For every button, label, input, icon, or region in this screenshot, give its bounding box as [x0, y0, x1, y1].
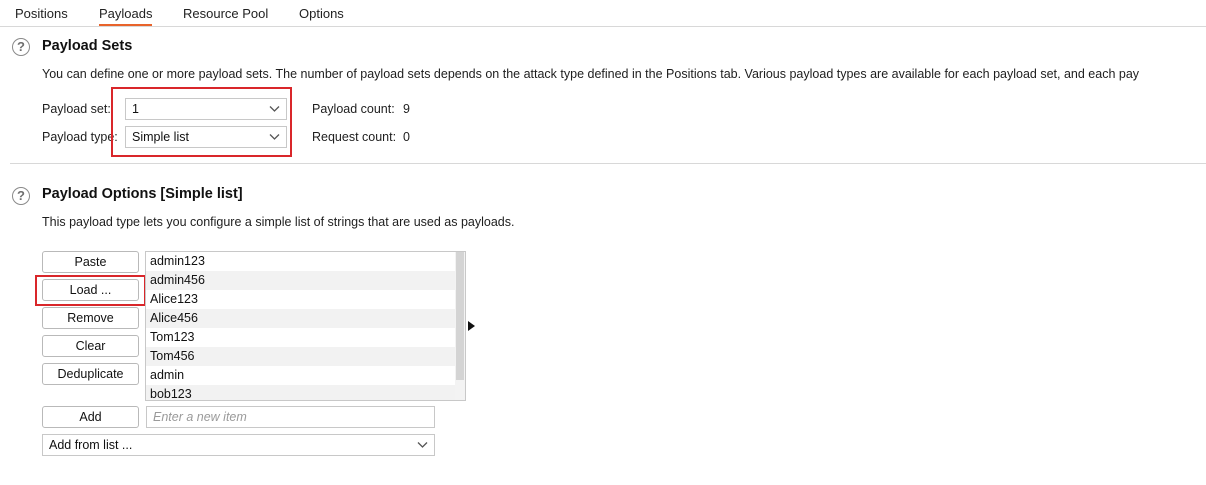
payload-type-select[interactable]: Simple list: [125, 126, 287, 148]
help-circle-icon[interactable]: ?: [12, 38, 30, 56]
new-item-input[interactable]: [146, 406, 435, 428]
list-item[interactable]: admin123: [146, 252, 455, 271]
tab-positions[interactable]: Positions: [15, 0, 68, 25]
payload-type-label: Payload type:: [42, 130, 118, 144]
list-item[interactable]: admin: [146, 366, 455, 385]
payload-set-label: Payload set:: [42, 102, 111, 116]
chevron-down-icon: [269, 134, 280, 140]
payload-options-title: Payload Options [Simple list]: [42, 186, 243, 202]
remove-button[interactable]: Remove: [42, 307, 139, 329]
list-item[interactable]: Tom456: [146, 347, 455, 366]
load-button[interactable]: Load ...: [42, 279, 139, 301]
payload-sets-title: Payload Sets: [42, 38, 133, 54]
clear-button[interactable]: Clear: [42, 335, 139, 357]
list-item[interactable]: Alice456: [146, 309, 455, 328]
payload-count-value: 9: [403, 102, 410, 116]
section-divider: [10, 163, 1206, 164]
payload-type-value: Simple list: [132, 130, 189, 144]
list-scrollbar-thumb[interactable]: [456, 252, 464, 380]
list-item[interactable]: Alice123: [146, 290, 455, 309]
payload-set-select[interactable]: 1: [125, 98, 287, 120]
chevron-down-icon: [417, 442, 428, 448]
add-from-list-value: Add from list ...: [49, 438, 133, 452]
paste-button[interactable]: Paste: [42, 251, 139, 273]
tab-bar: Positions Payloads Resource Pool Options: [0, 0, 1206, 27]
tab-options[interactable]: Options: [299, 0, 344, 25]
request-count-value: 0: [403, 130, 410, 144]
list-item[interactable]: admin456: [146, 271, 455, 290]
tab-resource-pool[interactable]: Resource Pool: [183, 0, 268, 25]
deduplicate-button[interactable]: Deduplicate: [42, 363, 139, 385]
chevron-down-icon: [269, 106, 280, 112]
payload-options-description: This payload type lets you configure a s…: [42, 215, 515, 229]
payload-sets-description: You can define one or more payload sets.…: [42, 67, 1140, 81]
payload-list[interactable]: admin123 admin456 Alice123 Alice456 Tom1…: [145, 251, 466, 401]
list-item[interactable]: Tom123: [146, 328, 455, 347]
add-from-list-select[interactable]: Add from list ...: [42, 434, 435, 456]
payload-set-value: 1: [132, 102, 139, 116]
list-item[interactable]: bob123: [146, 385, 455, 400]
help-circle-icon[interactable]: ?: [12, 187, 30, 205]
request-count-label: Request count:: [312, 130, 397, 144]
list-scrollbar[interactable]: [455, 252, 465, 400]
tab-payloads[interactable]: Payloads: [99, 0, 153, 26]
payload-count-label: Payload count:: [312, 102, 395, 116]
expand-arrow-icon[interactable]: [468, 321, 475, 331]
add-button[interactable]: Add: [42, 406, 139, 428]
